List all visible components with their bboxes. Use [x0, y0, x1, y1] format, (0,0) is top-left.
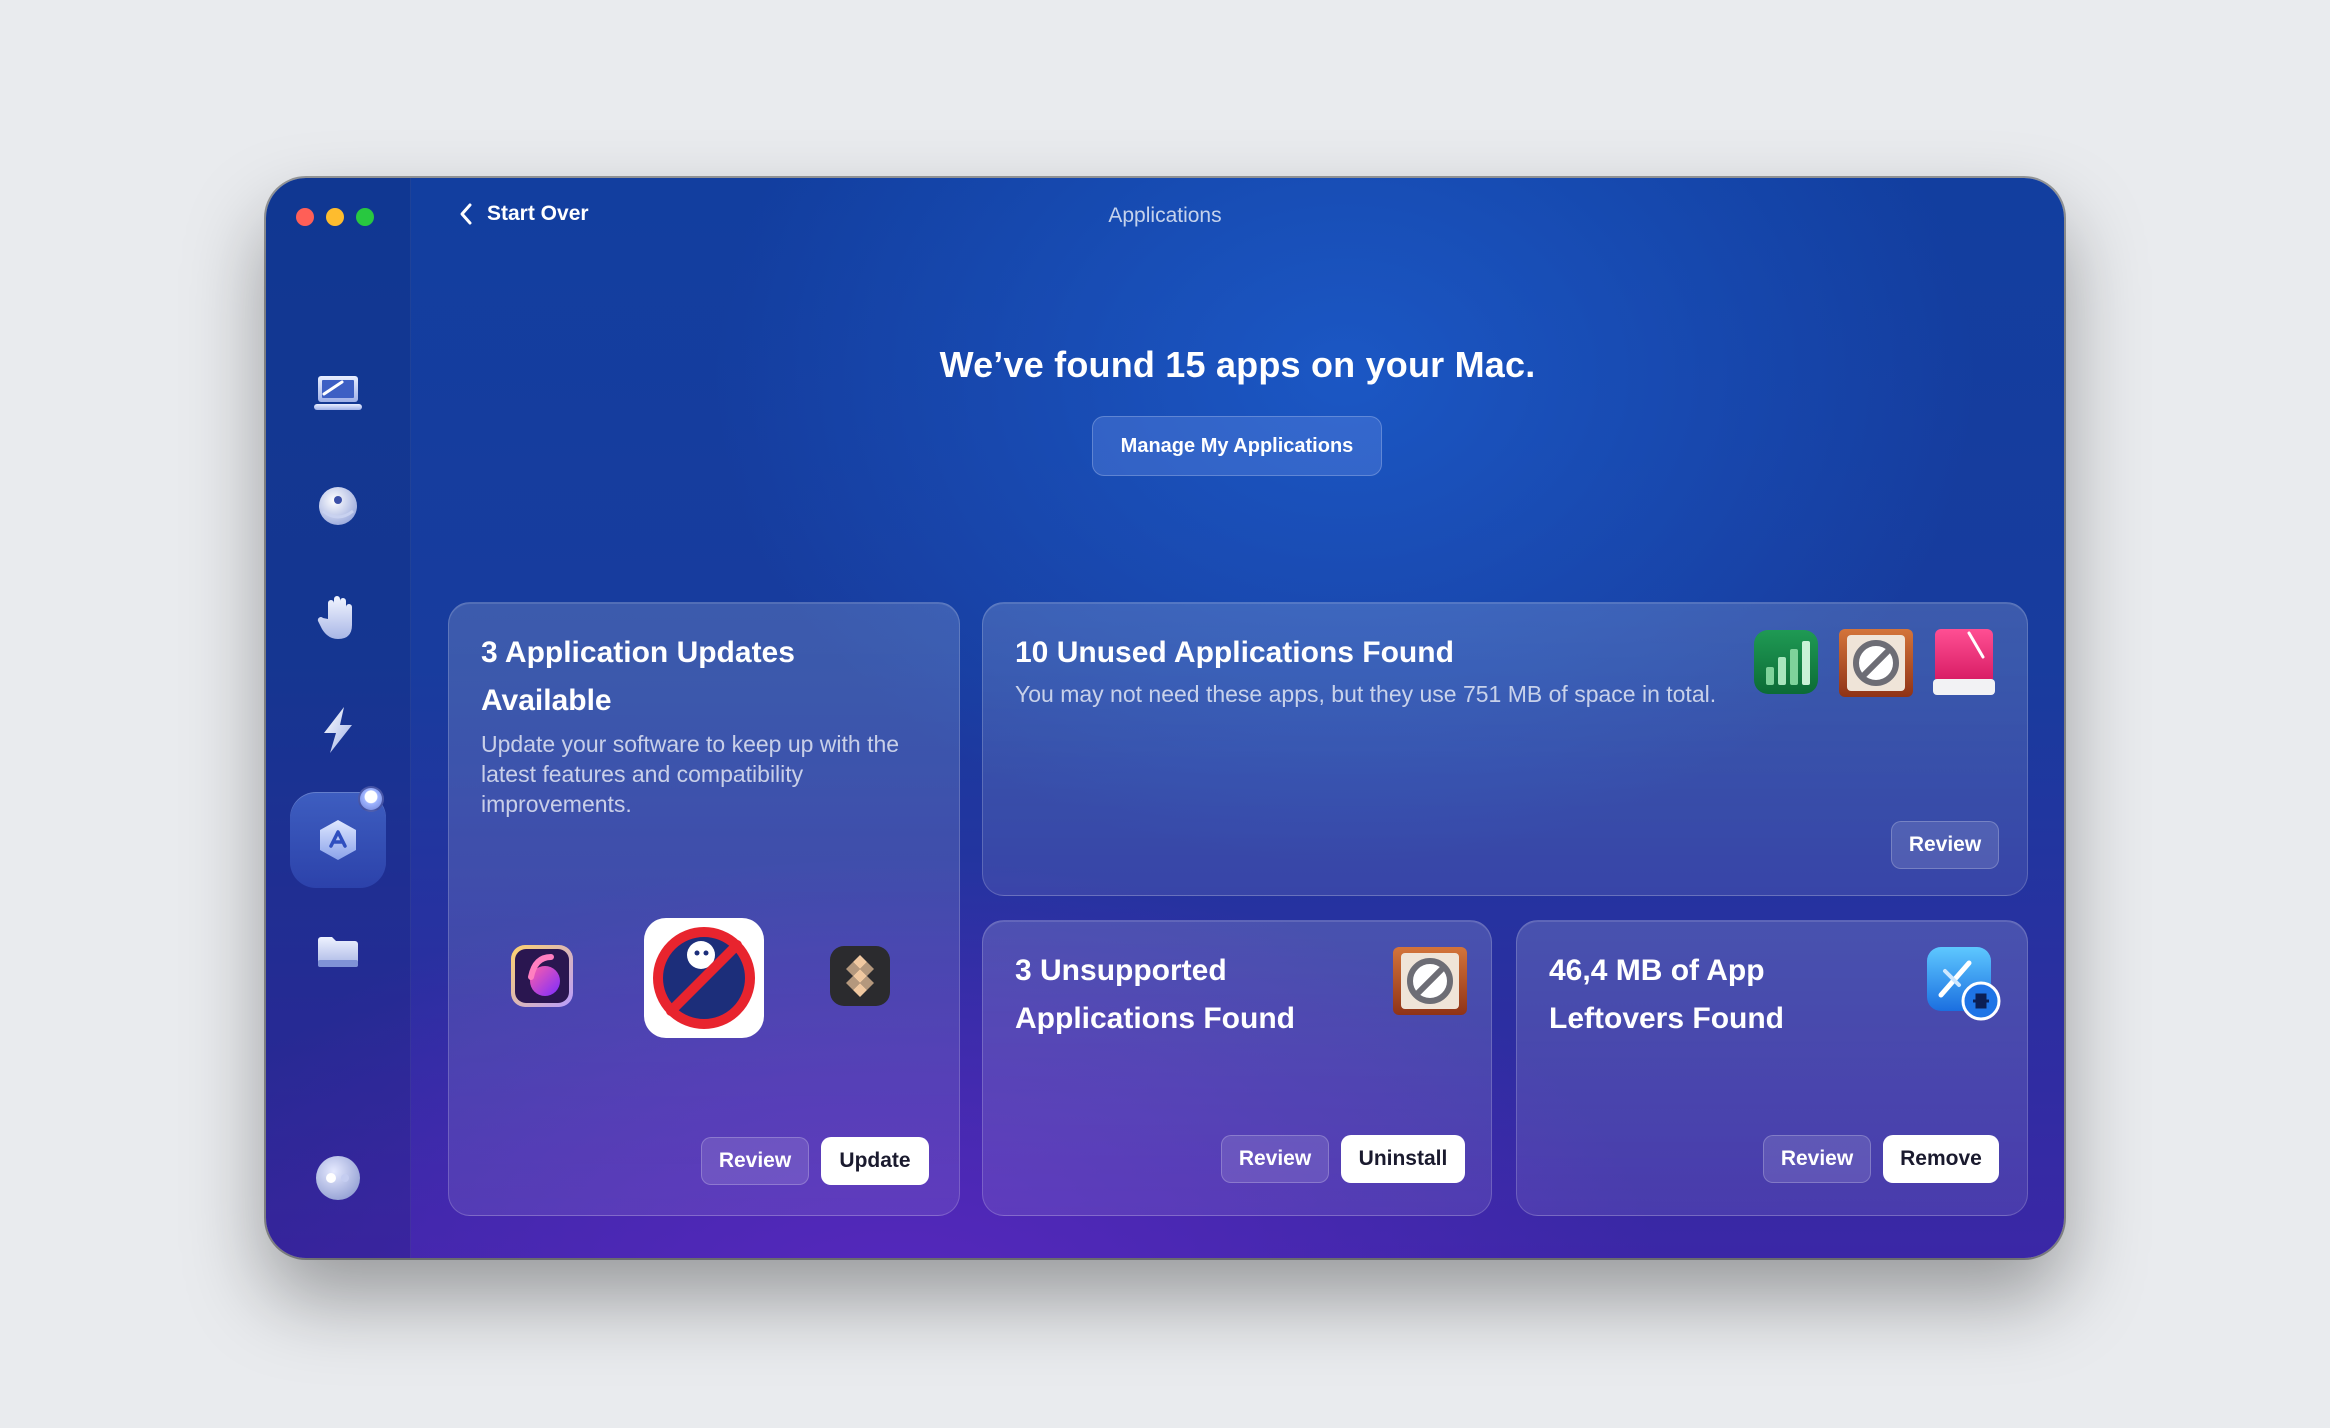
update-button[interactable]: Update — [821, 1137, 929, 1185]
sidebar-item-performance[interactable] — [290, 682, 386, 778]
folder-icon — [318, 937, 358, 967]
sidebar-assistant[interactable] — [290, 1130, 386, 1226]
sidebar — [266, 178, 411, 1258]
page-headline: We’ve found 15 apps on your Mac. — [939, 344, 1536, 385]
leftovers-title: 46,4 MB of App Leftovers Found — [1549, 954, 1785, 1035]
unsupported-review-button[interactable]: Review — [1221, 1135, 1329, 1183]
unused-review-button[interactable]: Review — [1891, 821, 1999, 869]
unused-apps-card: 10 Unused Applications Found You may not… — [982, 602, 2028, 896]
updates-title: 3 Application Updates Available — [481, 636, 795, 717]
app-blocker-icon — [644, 918, 764, 1038]
xcode-leftovers-icon — [1927, 947, 2001, 1021]
unused-title: 10 Unused Applications Found — [1015, 636, 1454, 669]
sidebar-item-my-clutter[interactable] — [290, 904, 386, 1000]
sidebar-item-cleanup[interactable] — [290, 458, 386, 554]
updates-card: 3 Application Updates Available Update y… — [448, 602, 960, 1216]
sidebar-item-applications[interactable] — [290, 786, 386, 888]
updates-description: Update your software to keep up with the… — [481, 731, 900, 817]
app-store-icon — [320, 820, 356, 860]
numbers-app-icon — [1754, 630, 1818, 694]
window-title: Applications — [1108, 204, 1222, 227]
uninstall-button[interactable]: Uninstall — [1341, 1135, 1465, 1183]
notification-badge — [358, 786, 384, 812]
creative-app-icon — [511, 945, 573, 1007]
bubble-icon — [319, 487, 357, 525]
sidebar-item-protection[interactable] — [290, 570, 386, 666]
remove-button[interactable]: Remove — [1883, 1135, 1999, 1183]
leftovers-card: 46,4 MB of App Leftovers Found Review Re… — [1516, 920, 2028, 1216]
setapp-icon — [830, 946, 890, 1006]
unsupported-app-icon — [1839, 629, 1913, 697]
unsupported-title: 3 Unsupported Applications Found — [1015, 954, 1295, 1035]
unsupported-app-icon — [1393, 947, 1467, 1015]
sidebar-item-smart-care[interactable] — [290, 346, 386, 442]
updates-review-button[interactable]: Review — [701, 1137, 809, 1185]
manage-applications-button[interactable]: Manage My Applications — [1092, 416, 1382, 476]
unused-description: You may not need these apps, but they us… — [1015, 681, 1717, 707]
cleanmymac-app-icon — [1933, 629, 1995, 695]
leftovers-review-button[interactable]: Review — [1763, 1135, 1871, 1183]
lightning-icon — [324, 707, 352, 753]
assistant-icon — [316, 1156, 360, 1200]
laptop-sweep-icon — [314, 376, 362, 410]
unsupported-apps-card: 3 Unsupported Applications Found Review … — [982, 920, 1492, 1216]
hand-icon — [317, 596, 352, 639]
app-window: Start Over Applications We’ve found 15 a… — [266, 178, 2064, 1258]
